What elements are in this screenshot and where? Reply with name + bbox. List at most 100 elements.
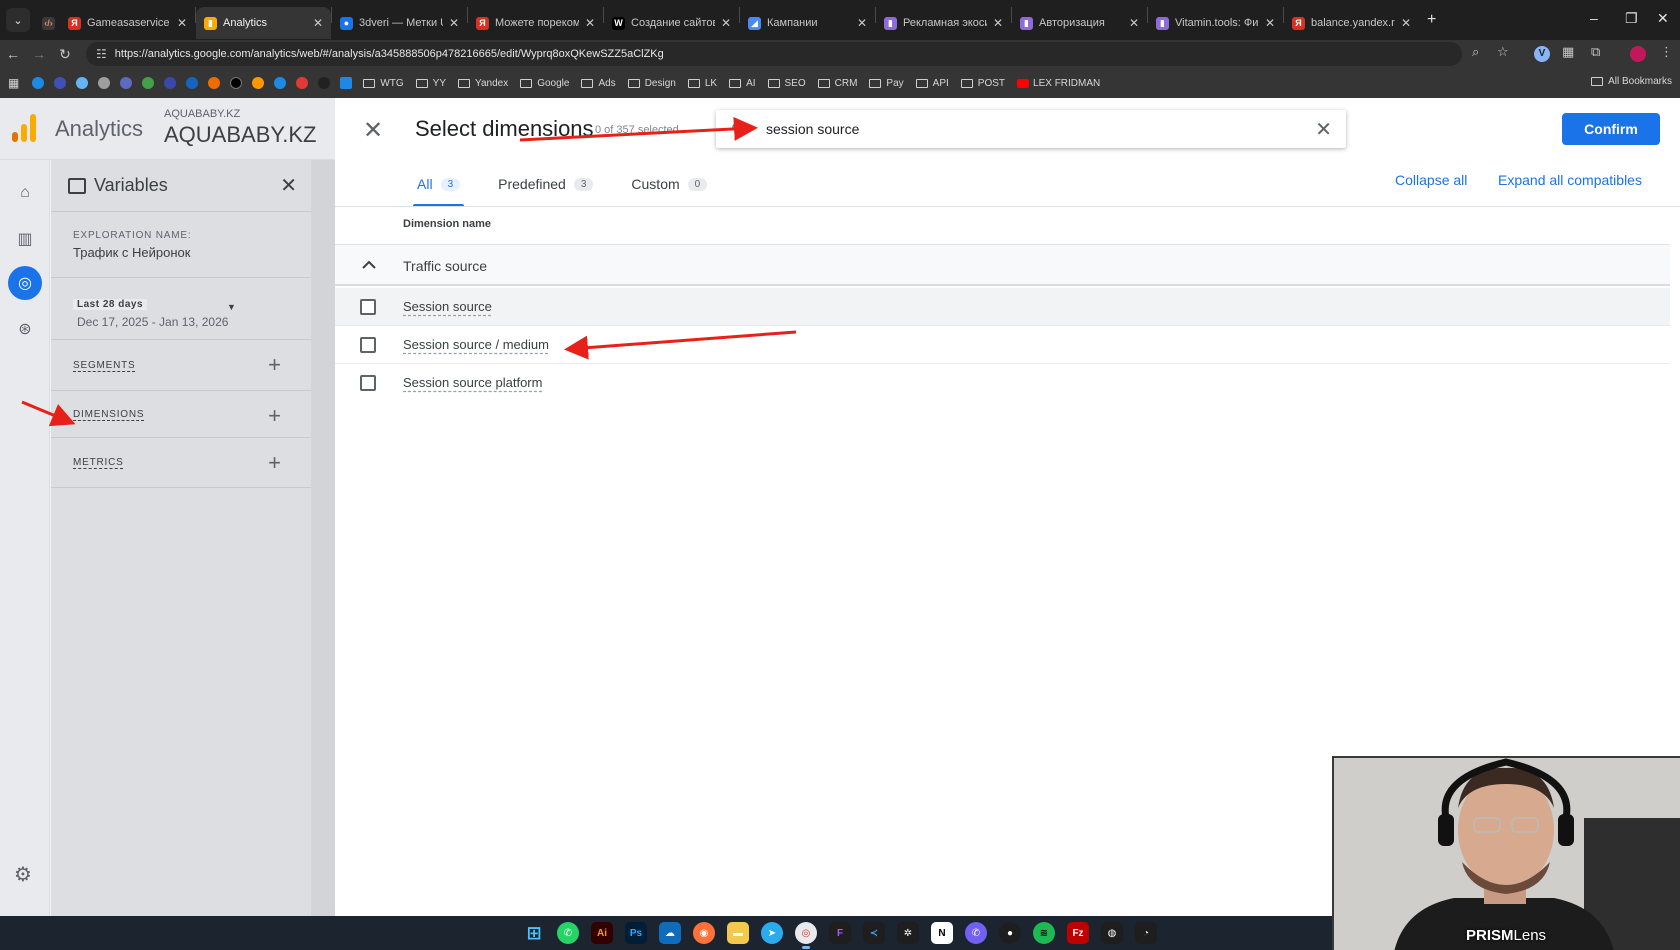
tab-search-chevron-icon[interactable]: ⌄ bbox=[6, 8, 30, 32]
bookmark-folder[interactable]: LK bbox=[687, 78, 717, 89]
add-metric-icon[interactable]: + bbox=[268, 450, 281, 476]
bookmark-folder[interactable]: WTG bbox=[363, 78, 404, 89]
tab-pinned[interactable]: ‹/› bbox=[34, 7, 60, 39]
bookmark-icon[interactable] bbox=[142, 77, 155, 89]
exploration-name-value[interactable]: Трафик с Нейронок bbox=[73, 245, 311, 260]
zoom-icon[interactable]: ⌕ bbox=[1472, 44, 1479, 60]
tab-close-icon[interactable]: ✕ bbox=[313, 16, 323, 30]
bookmark-icon[interactable] bbox=[32, 77, 45, 89]
illustrator-icon[interactable]: Ai bbox=[591, 922, 613, 944]
figma-icon[interactable]: F bbox=[829, 922, 851, 944]
metrics-label[interactable]: METRICS bbox=[73, 457, 124, 468]
tab-close-icon[interactable]: ✕ bbox=[1401, 16, 1411, 30]
bookmark-folder[interactable]: Design bbox=[627, 78, 676, 89]
dimension-name[interactable]: Session source / medium bbox=[403, 337, 549, 352]
extension-icon[interactable]: ▦ bbox=[1562, 44, 1574, 60]
dimension-search-input[interactable] bbox=[766, 118, 1286, 140]
bookmark-folder[interactable]: Google bbox=[520, 78, 569, 89]
account-name[interactable]: AQUABABY.KZ bbox=[164, 108, 240, 120]
browser-tab[interactable]: Я Gameasaservice - Bo ✕ bbox=[60, 7, 195, 39]
dimension-row[interactable]: Session source bbox=[335, 288, 1670, 326]
menu-dots-icon[interactable]: ⋮ bbox=[1660, 44, 1673, 60]
vscode-icon[interactable]: ≺ bbox=[863, 922, 885, 944]
advertising-icon[interactable]: ⊛ bbox=[12, 316, 38, 342]
browser-tab[interactable]: Я Можете порекоменд ✕ bbox=[468, 7, 603, 39]
bookmark-folder[interactable]: YY bbox=[415, 78, 446, 89]
dimension-checkbox[interactable] bbox=[360, 337, 376, 353]
tab-close-icon[interactable]: ✕ bbox=[993, 16, 1003, 30]
confirm-button[interactable]: Confirm bbox=[1562, 113, 1660, 145]
bookmark-icon[interactable] bbox=[230, 77, 243, 89]
bookmark-folder[interactable]: AI bbox=[729, 78, 756, 89]
bookmark-icon[interactable] bbox=[54, 77, 67, 89]
exploration-name-section[interactable]: EXPLORATION NAME: Трафик с Нейронок bbox=[51, 212, 311, 278]
tab-close-icon[interactable]: ✕ bbox=[857, 16, 867, 30]
bookmark-folder[interactable]: POST bbox=[960, 78, 1005, 89]
expand-all-compatibles-link[interactable]: Expand all compatibles bbox=[1498, 172, 1642, 188]
dimension-checkbox[interactable] bbox=[360, 299, 376, 315]
tab-close-icon[interactable]: ✕ bbox=[721, 16, 731, 30]
chrome-icon[interactable]: ◎ bbox=[795, 922, 817, 949]
bookmark-icon[interactable] bbox=[120, 77, 133, 89]
chatgpt-icon[interactable]: ✲ bbox=[897, 922, 919, 944]
dimensions-label[interactable]: DIMENSIONS bbox=[73, 409, 144, 420]
home-icon[interactable]: ⌂ bbox=[12, 180, 38, 206]
windows-start-icon[interactable]: ⊞ bbox=[523, 922, 545, 944]
dialog-close-icon[interactable]: ✕ bbox=[363, 116, 383, 145]
star-icon[interactable]: ☆ bbox=[1497, 44, 1509, 60]
minimize-icon[interactable]: – bbox=[1590, 10, 1598, 26]
spotify-icon[interactable]: ≋ bbox=[1033, 922, 1055, 944]
browser-tab[interactable]: ▮ Analytics ✕ bbox=[196, 7, 331, 39]
tab-all[interactable]: All 3 bbox=[413, 162, 465, 207]
bookmark-icon[interactable] bbox=[252, 77, 265, 89]
clear-search-icon[interactable]: ✕ bbox=[1315, 117, 1332, 142]
profile-avatar[interactable] bbox=[1630, 46, 1646, 62]
tab-custom[interactable]: Custom 0 bbox=[627, 162, 711, 206]
bookmark-folder[interactable]: Yandex bbox=[458, 78, 508, 89]
puzzle-icon[interactable]: ⧉ bbox=[1591, 44, 1600, 60]
explore-icon[interactable]: ◎ bbox=[8, 266, 42, 300]
browser-tab[interactable]: ▮ Vitamin.tools: Финанс ✕ bbox=[1148, 7, 1283, 39]
extension-v-icon[interactable]: V bbox=[1534, 46, 1550, 62]
bookmark-icon[interactable] bbox=[208, 77, 221, 89]
date-range-picker[interactable]: Last 28 days Dec 17, 2025 - Jan 13, 2026… bbox=[51, 278, 311, 340]
bookmark-folder[interactable]: CRM bbox=[817, 78, 857, 89]
all-bookmarks[interactable]: All Bookmarks bbox=[1591, 76, 1672, 87]
forward-icon[interactable]: → bbox=[26, 46, 52, 62]
dimension-row[interactable]: Session source platform bbox=[335, 364, 1670, 402]
new-tab-icon[interactable]: + bbox=[1427, 11, 1436, 29]
bookmark-folder[interactable]: Pay bbox=[869, 78, 904, 89]
variables-close-icon[interactable]: ✕ bbox=[280, 173, 297, 198]
collapse-all-link[interactable]: Collapse all bbox=[1395, 172, 1467, 188]
dimension-group-traffic-source[interactable]: Traffic source bbox=[335, 244, 1670, 286]
chevron-up-icon[interactable] bbox=[358, 254, 380, 276]
tab-close-icon[interactable]: ✕ bbox=[177, 16, 187, 30]
settings-gear-icon[interactable]: ⚙ bbox=[14, 862, 32, 887]
site-info-icon[interactable]: ☷ bbox=[96, 47, 107, 61]
dimension-name[interactable]: Session source platform bbox=[403, 375, 542, 390]
dimension-row[interactable]: Session source / medium bbox=[335, 326, 1670, 364]
segments-label[interactable]: SEGMENTS bbox=[73, 360, 136, 371]
tab-close-icon[interactable]: ✕ bbox=[449, 16, 459, 30]
file-explorer-icon[interactable]: ▬ bbox=[727, 922, 749, 944]
app-icon[interactable]: ◔ bbox=[1135, 922, 1157, 944]
reload-icon[interactable]: ↻ bbox=[52, 46, 78, 63]
bookmark-icon[interactable] bbox=[76, 77, 89, 89]
bookmark-icon[interactable] bbox=[98, 77, 111, 89]
bookmark-icon[interactable] bbox=[296, 77, 309, 89]
whatsapp-icon[interactable]: ✆ bbox=[557, 922, 579, 944]
github-icon[interactable]: ● bbox=[999, 922, 1021, 944]
tab-close-icon[interactable]: ✕ bbox=[1129, 16, 1139, 30]
property-name[interactable]: AQUABABY.KZ bbox=[164, 122, 316, 148]
bookmark-icon[interactable] bbox=[186, 77, 199, 89]
bookmark-lex-fridman[interactable]: LEX FRIDMAN bbox=[1017, 78, 1100, 89]
browser-tab[interactable]: ▮ Авторизация ✕ bbox=[1012, 7, 1147, 39]
browser-tab[interactable]: Яbalance.yandex.ru/rep ✕ bbox=[1284, 7, 1419, 39]
back-icon[interactable]: ← bbox=[0, 46, 26, 62]
photoshop-icon[interactable]: Ps bbox=[625, 922, 647, 944]
window-close-icon[interactable]: ✕ bbox=[1657, 10, 1669, 27]
bookmark-icon[interactable] bbox=[274, 77, 287, 89]
cloud-drive-icon[interactable]: ☁ bbox=[659, 922, 681, 944]
add-segment-icon[interactable]: + bbox=[268, 352, 281, 378]
dimension-name[interactable]: Session source bbox=[403, 299, 492, 314]
